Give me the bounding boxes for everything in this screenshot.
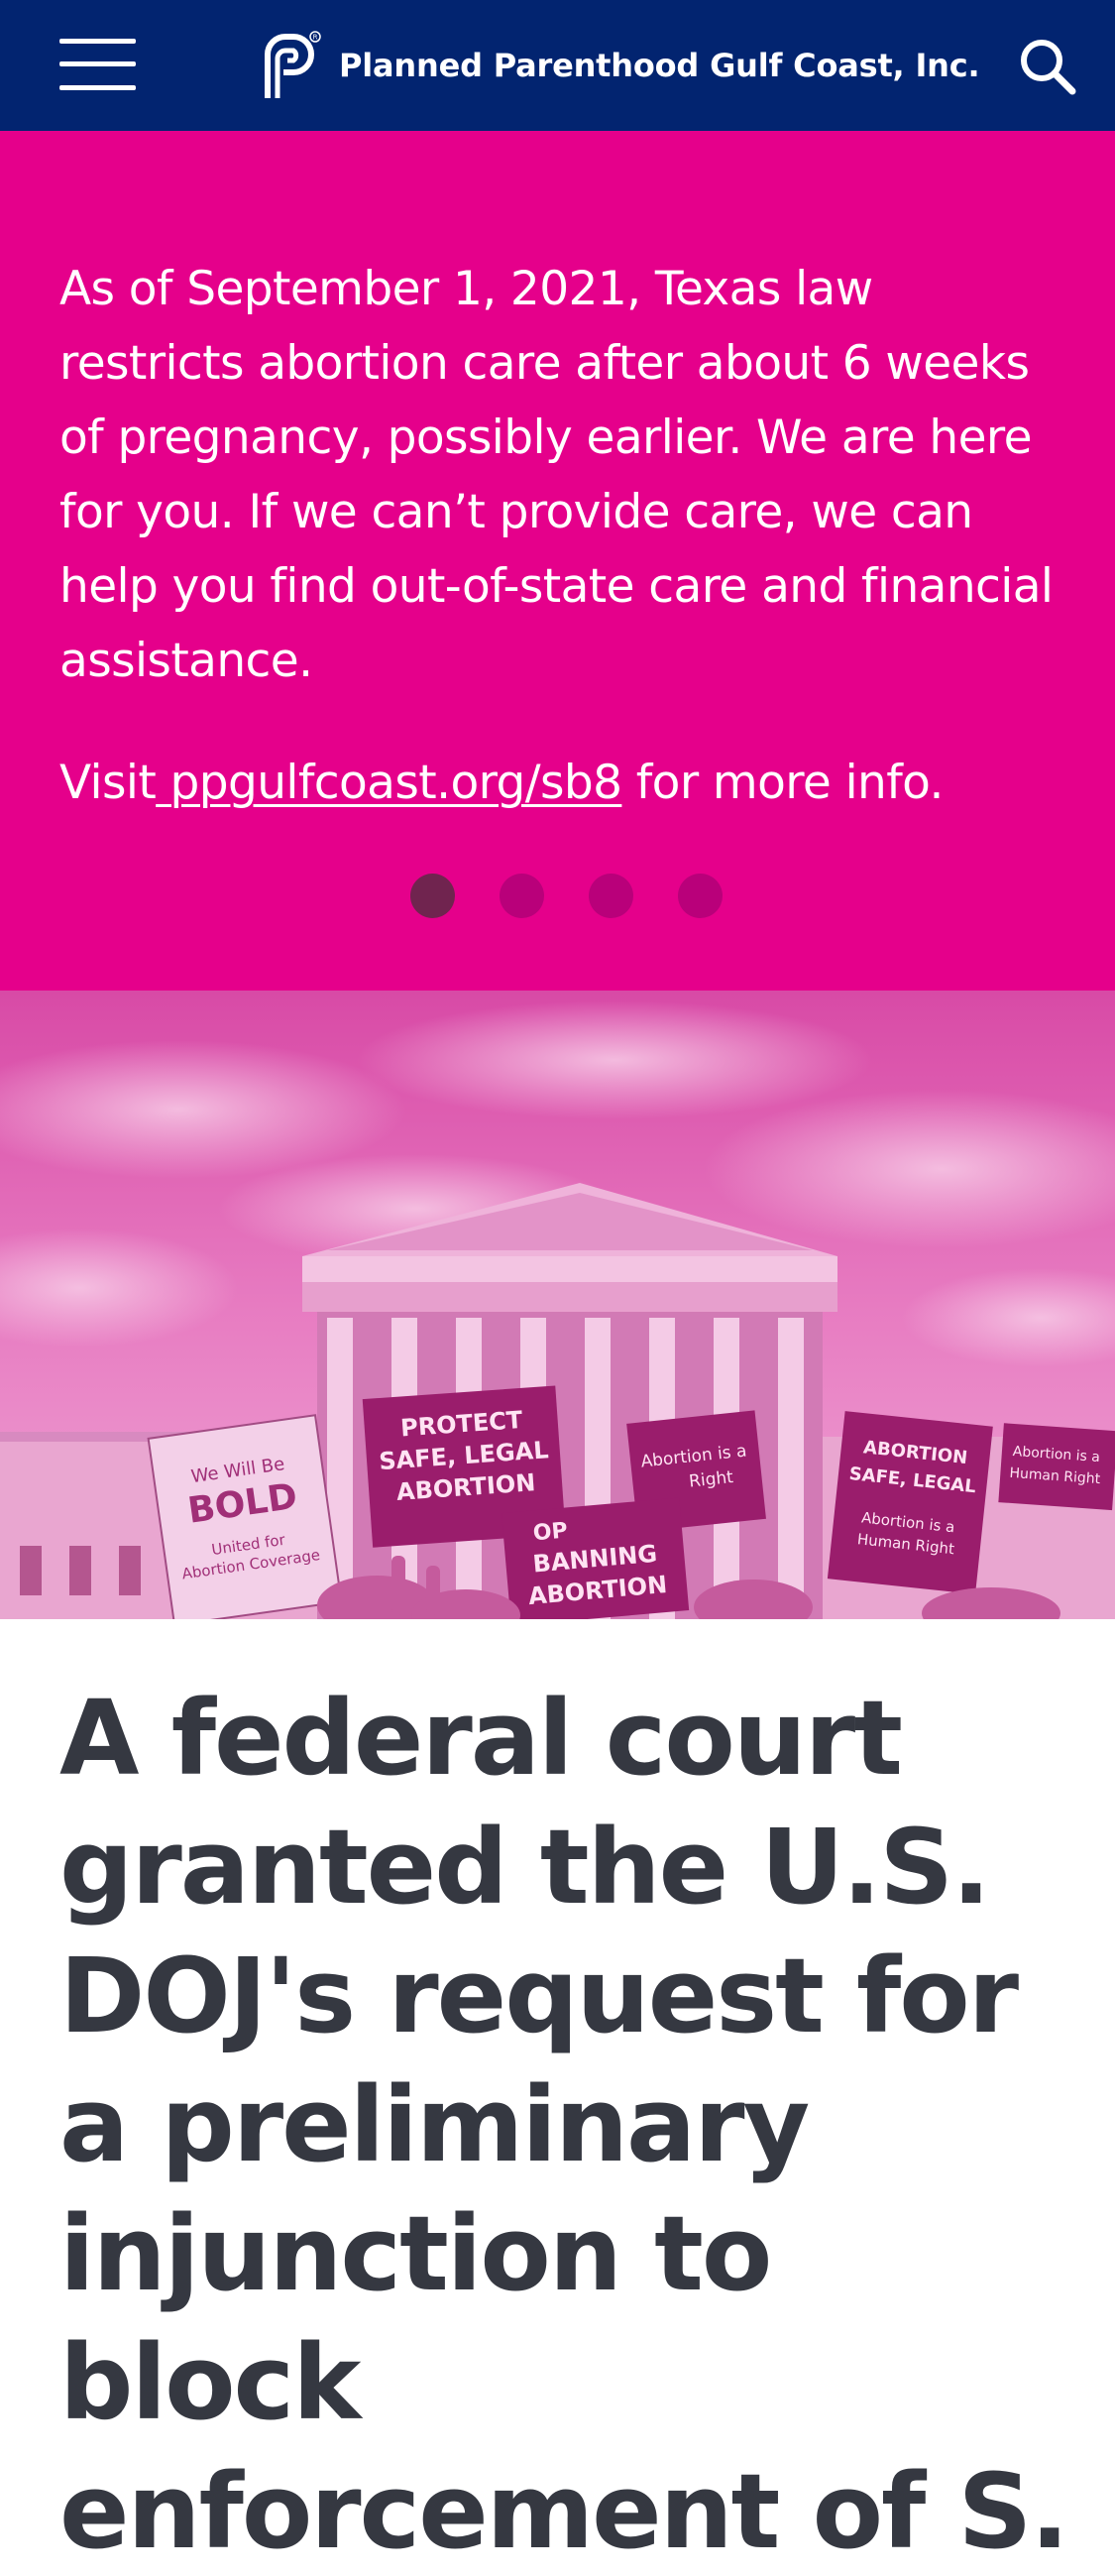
article-headline: A federal court granted the U.S. DOJ's r… bbox=[59, 1678, 1069, 2572]
site-header: R Planned Parenthood Gulf Coast, Inc. bbox=[0, 0, 1115, 131]
hero-image: We Will Be BOLD United for Abortion Cove… bbox=[0, 991, 1115, 1619]
search-icon[interactable] bbox=[1017, 36, 1078, 97]
visit-prefix: Visit bbox=[59, 756, 157, 810]
alert-visit-line: Visit ppgulfcoast.org/sb8 for more info. bbox=[59, 746, 1070, 820]
carousel-dot-1[interactable] bbox=[410, 874, 455, 918]
supreme-court-protest-illustration: We Will Be BOLD United for Abortion Cove… bbox=[0, 991, 1115, 1619]
alert-carousel: As of September 1, 2021, Texas law restr… bbox=[0, 131, 1115, 991]
svg-text:R: R bbox=[313, 34, 318, 42]
alert-message: As of September 1, 2021, Texas law restr… bbox=[59, 262, 1054, 688]
brand-home-link[interactable]: R Planned Parenthood Gulf Coast, Inc. bbox=[254, 28, 980, 103]
carousel-dot-4[interactable] bbox=[678, 874, 723, 918]
carousel-dot-3[interactable] bbox=[589, 874, 633, 918]
carousel-dot-2[interactable] bbox=[500, 874, 544, 918]
sb8-info-link[interactable]: ppgulfcoast.org/sb8 bbox=[156, 756, 622, 810]
planned-parenthood-logo-icon: R bbox=[265, 31, 321, 98]
visit-suffix: for more info. bbox=[621, 756, 945, 810]
carousel-pagination bbox=[410, 874, 723, 918]
hamburger-menu-icon[interactable] bbox=[52, 33, 137, 94]
org-name: Planned Parenthood Gulf Coast, Inc. bbox=[339, 47, 980, 84]
sign-stop-line1: OP bbox=[532, 1518, 569, 1546]
